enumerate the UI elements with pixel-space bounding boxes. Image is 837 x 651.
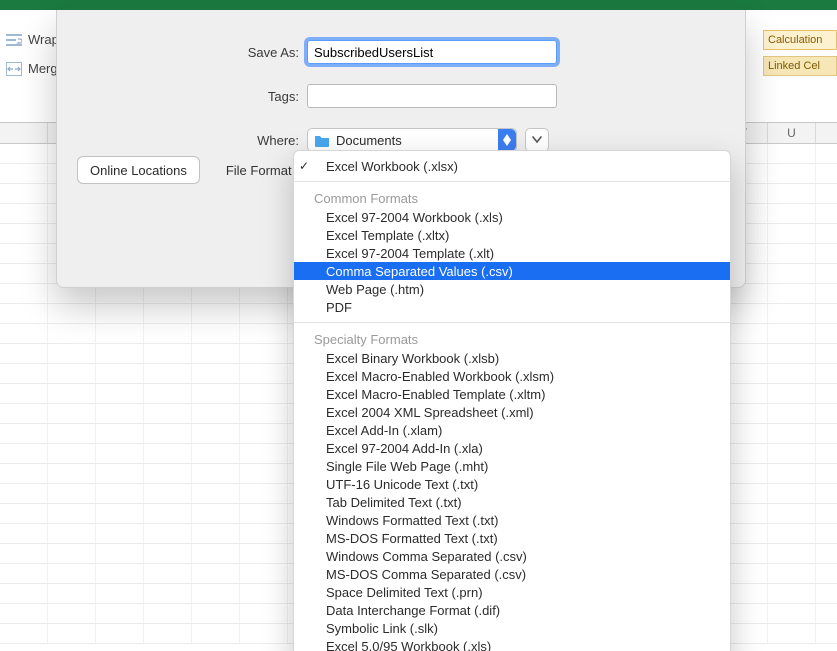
col-h[interactable]: U	[768, 123, 816, 143]
menu-item-current[interactable]: Excel Workbook (.xlsx)	[294, 157, 730, 175]
online-locations-button[interactable]: Online Locations	[77, 156, 200, 184]
menu-item[interactable]: Web Page (.htm)	[294, 280, 730, 298]
save-as-label: Save As:	[57, 45, 307, 60]
chevron-down-icon	[532, 136, 542, 144]
tags-input[interactable]	[307, 84, 557, 108]
menu-item[interactable]: Excel Macro-Enabled Template (.xltm)	[294, 385, 730, 403]
menu-item[interactable]: Symbolic Link (.slk)	[294, 619, 730, 637]
where-label: Where:	[57, 133, 307, 148]
ribbon-strip	[0, 0, 837, 10]
merge-button[interactable]: Merg	[6, 61, 59, 76]
menu-item[interactable]: Space Delimited Text (.prn)	[294, 583, 730, 601]
menu-item[interactable]: Excel 5.0/95 Workbook (.xls)	[294, 637, 730, 651]
menu-item[interactable]: UTF-16 Unicode Text (.txt)	[294, 475, 730, 493]
updown-icon	[498, 129, 516, 151]
style-linked-cell[interactable]: Linked Cel	[763, 56, 837, 76]
save-as-input[interactable]	[307, 40, 557, 64]
col-h[interactable]	[0, 123, 48, 143]
menu-header-specialty: Specialty Formats	[294, 329, 730, 349]
file-format-menu: Excel Workbook (.xlsx) Common Formats Ex…	[293, 150, 731, 651]
menu-item[interactable]: Excel Add-In (.xlam)	[294, 421, 730, 439]
file-format-label: File Format	[226, 163, 292, 178]
menu-item[interactable]: Excel 97-2004 Add-In (.xla)	[294, 439, 730, 457]
folder-icon	[314, 133, 330, 147]
menu-item[interactable]: Excel Template (.xltx)	[294, 226, 730, 244]
menu-item[interactable]: MS-DOS Comma Separated (.csv)	[294, 565, 730, 583]
menu-header-common: Common Formats	[294, 188, 730, 208]
menu-item[interactable]: Excel 97-2004 Workbook (.xls)	[294, 208, 730, 226]
menu-item[interactable]: PDF	[294, 298, 730, 316]
menu-item[interactable]: Excel 2004 XML Spreadsheet (.xml)	[294, 403, 730, 421]
menu-separator	[294, 181, 730, 182]
menu-item[interactable]: Single File Web Page (.mht)	[294, 457, 730, 475]
menu-item[interactable]: Windows Formatted Text (.txt)	[294, 511, 730, 529]
merge-icon	[6, 62, 22, 76]
menu-item[interactable]: Excel Macro-Enabled Workbook (.xlsm)	[294, 367, 730, 385]
menu-item[interactable]: MS-DOS Formatted Text (.txt)	[294, 529, 730, 547]
wrap-text-icon	[6, 33, 22, 47]
tags-label: Tags:	[57, 89, 307, 104]
menu-item[interactable]: Windows Comma Separated (.csv)	[294, 547, 730, 565]
app-window: Wrap Merg Calculation Linked Cel T U	[0, 0, 837, 651]
menu-separator	[294, 322, 730, 323]
expand-button[interactable]	[525, 128, 549, 152]
menu-item[interactable]: Excel Binary Workbook (.xlsb)	[294, 349, 730, 367]
where-value: Documents	[336, 133, 402, 148]
merge-label: Merg	[28, 61, 58, 76]
menu-item[interactable]: Tab Delimited Text (.txt)	[294, 493, 730, 511]
ribbon-left-group: Wrap Merg	[6, 32, 59, 76]
wrap-text-label: Wrap	[28, 32, 59, 47]
wrap-text-button[interactable]: Wrap	[6, 32, 59, 47]
where-select[interactable]: Documents	[307, 128, 517, 152]
menu-item[interactable]: Data Interchange Format (.dif)	[294, 601, 730, 619]
cell-styles-group: Calculation Linked Cel	[763, 30, 837, 76]
menu-item[interactable]: Excel 97-2004 Template (.xlt)	[294, 244, 730, 262]
menu-item-csv[interactable]: Comma Separated Values (.csv)	[294, 262, 730, 280]
style-calculation[interactable]: Calculation	[763, 30, 837, 50]
